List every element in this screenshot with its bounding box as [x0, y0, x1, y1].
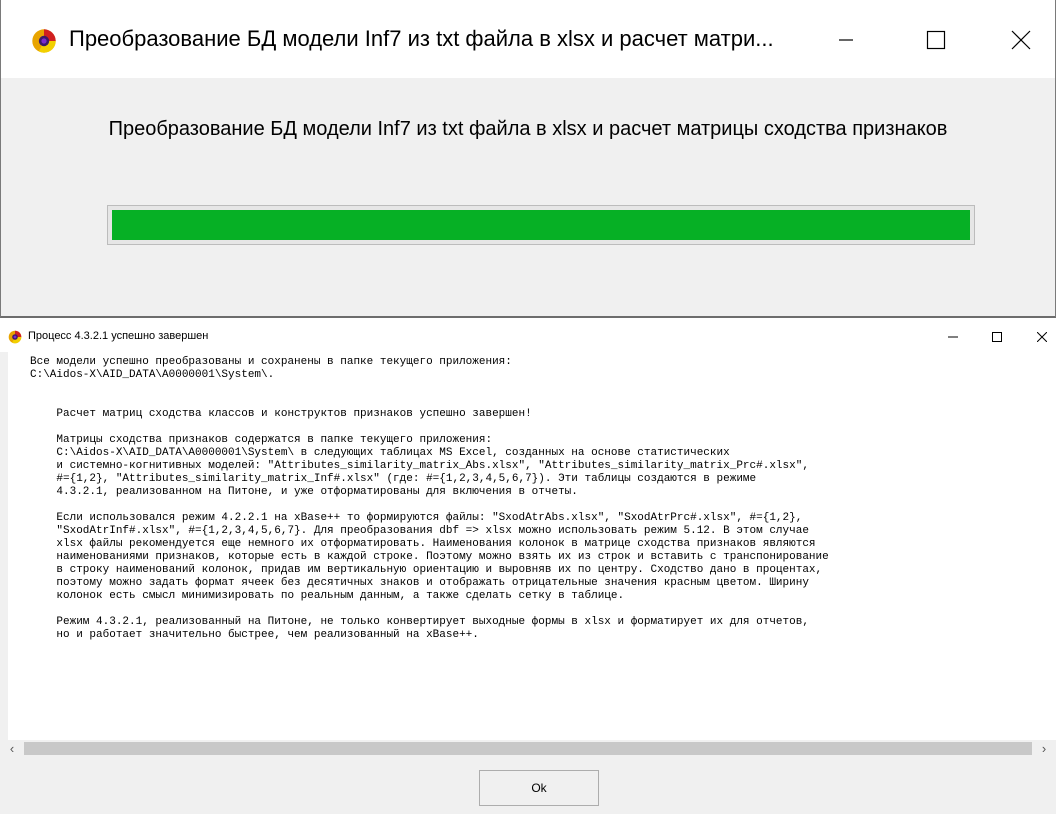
message-line: Расчет матриц сходства классов и констру… [30, 408, 532, 420]
ok-button[interactable]: Ok [479, 770, 599, 806]
result-window: Процесс 4.3.2.1 успешно завершен Все мод… [0, 322, 1056, 814]
progress-window: Преобразование БД модели Inf7 из txt фай… [0, 0, 1056, 318]
minimize-icon [839, 39, 853, 41]
minimize-button[interactable] [816, 18, 876, 62]
window-title: Процесс 4.3.2.1 успешно завершен [28, 330, 209, 342]
message-line: #={1,2}, "Attributes_similarity_matrix_I… [30, 473, 757, 485]
message-line [30, 603, 1056, 616]
maximize-icon [926, 30, 946, 50]
horizontal-scrollbar[interactable]: ‹ › [0, 740, 1056, 757]
close-icon [1037, 332, 1047, 342]
message-line [30, 395, 1056, 408]
maximize-button[interactable] [977, 324, 1017, 350]
message-line: "SxodAtrInf#.xlsx", #={1,2,3,4,5,6,7}. Д… [30, 525, 809, 537]
maximize-button[interactable] [906, 18, 966, 62]
message-line: в строку наименований колонок, придав им… [30, 564, 823, 576]
close-button[interactable] [1022, 324, 1056, 350]
message-line: колонок есть смысл минимизировать по реа… [30, 590, 625, 602]
message-line: и системно-когнитивных моделей: "Attribu… [30, 460, 809, 472]
close-icon [1011, 30, 1031, 50]
message-line: Матрицы сходства признаков содержатся в … [30, 434, 493, 446]
progress-bar [107, 205, 975, 245]
progress-bar-fill [112, 210, 970, 240]
message-line [30, 421, 1056, 434]
aidos-app-icon [8, 330, 22, 344]
message-line: C:\Aidos-X\AID_DATA\A0000001\System\. [30, 369, 275, 381]
message-text-area[interactable]: Все модели успешно преобразованы и сохра… [8, 352, 1056, 740]
minimize-button[interactable] [933, 324, 973, 350]
scroll-left-icon[interactable]: ‹ [0, 740, 24, 757]
maximize-icon [992, 332, 1002, 342]
scroll-right-icon[interactable]: › [1032, 740, 1056, 757]
message-line: 4.3.2.1, реализованном на Питоне, и уже … [30, 486, 578, 498]
aidos-app-icon [32, 29, 56, 53]
close-button[interactable] [991, 18, 1051, 62]
message-line: наименованиями признаков, которые есть в… [30, 551, 829, 563]
progress-window-titlebar[interactable]: Преобразование БД модели Inf7 из txt фай… [1, 0, 1055, 78]
message-line: Если использовался режим 4.2.2.1 на xBas… [30, 512, 803, 524]
message-line: xlsx файлы рекомендуется еще немного их … [30, 538, 816, 550]
scrollbar-thumb[interactable] [24, 742, 1032, 755]
message-line: поэтому можно задать формат ячеек без де… [30, 577, 809, 589]
message-line [30, 382, 1056, 395]
progress-caption: Преобразование БД модели Inf7 из txt фай… [108, 118, 948, 140]
message-line: Режим 4.3.2.1, реализованный на Питоне, … [30, 616, 809, 628]
message-line [30, 499, 1056, 512]
window-title: Преобразование БД модели Inf7 из txt фай… [69, 26, 774, 51]
result-window-titlebar[interactable]: Процесс 4.3.2.1 успешно завершен [0, 322, 1056, 352]
message-line: но и работает значительно быстрее, чем р… [30, 629, 479, 641]
message-line: Все модели успешно преобразованы и сохра… [30, 356, 512, 368]
message-line: C:\Aidos-X\AID_DATA\A0000001\System\ в с… [30, 447, 730, 459]
minimize-icon [948, 336, 958, 338]
